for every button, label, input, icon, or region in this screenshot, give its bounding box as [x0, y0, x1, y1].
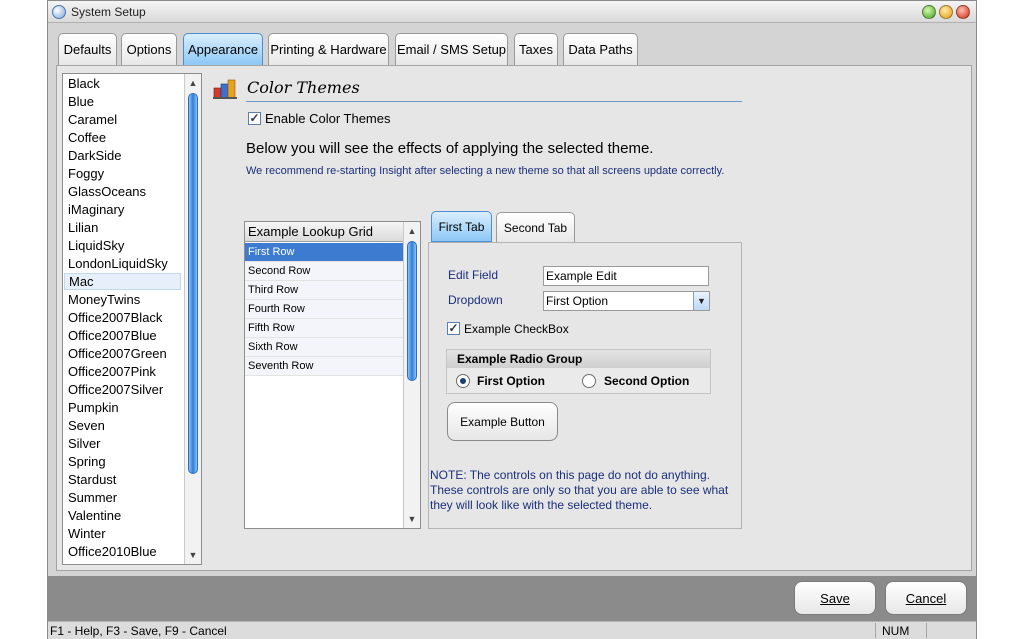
intro-text: Below you will see the effects of applyi… — [246, 140, 654, 157]
theme-item[interactable]: Black — [68, 76, 100, 91]
status-divider — [926, 623, 927, 638]
grid-header[interactable]: Example Lookup Grid — [245, 222, 404, 242]
grid-row[interactable]: Second Row — [245, 262, 404, 281]
example-edit-field[interactable]: Example Edit — [543, 266, 709, 286]
minimize-button[interactable] — [922, 5, 936, 19]
tab-defaults[interactable]: Defaults — [58, 33, 117, 66]
theme-item[interactable]: Office2007Blue — [68, 328, 157, 343]
theme-item[interactable]: Office2007Black — [68, 310, 162, 325]
example-checkbox[interactable]: ✓ — [447, 322, 460, 335]
demo-tab-first[interactable]: First Tab — [431, 211, 492, 242]
example-checkbox-label: Example CheckBox — [464, 322, 569, 336]
theme-item[interactable]: Blue — [68, 94, 94, 109]
tab-appearance[interactable]: Appearance — [183, 33, 263, 66]
theme-item[interactable]: GlassOceans — [68, 184, 146, 199]
theme-item[interactable]: Spring — [68, 454, 106, 469]
theme-item[interactable]: Caramel — [68, 112, 117, 127]
scroll-up-icon[interactable]: ▲ — [185, 75, 201, 91]
scroll-down-icon[interactable]: ▼ — [185, 547, 201, 563]
theme-item[interactable]: iMaginary — [68, 202, 124, 217]
theme-item[interactable]: LiquidSky — [68, 238, 124, 253]
button-bar: Save Cancel — [48, 576, 976, 621]
note-line-3: they will look like with the selected th… — [430, 498, 653, 512]
grid-row[interactable]: Fifth Row — [245, 319, 404, 338]
section-title: Color Themes — [247, 78, 360, 97]
maximize-button[interactable] — [939, 5, 953, 19]
dropdown-value: First Option — [546, 294, 609, 308]
dropdown-label: Dropdown — [448, 293, 503, 307]
enable-color-themes-checkbox[interactable]: ✓ — [248, 112, 261, 125]
grid-scrollbar[interactable]: ▲ ▼ — [403, 222, 420, 528]
demo-tab-second[interactable]: Second Tab — [496, 212, 575, 243]
example-lookup-grid[interactable]: Example Lookup Grid First Row Second Row… — [244, 221, 421, 529]
theme-item-selected[interactable]: Mac — [64, 273, 181, 290]
status-num-indicator: NUM — [882, 624, 910, 638]
status-bar: F1 - Help, F3 - Save, F9 - Cancel NUM — [48, 621, 976, 639]
grid-row[interactable]: Third Row — [245, 281, 404, 300]
enable-color-themes-label: Enable Color Themes — [265, 111, 391, 126]
theme-item[interactable]: Seven — [68, 418, 105, 433]
color-themes-icon — [213, 79, 237, 99]
example-button[interactable]: Example Button — [447, 402, 558, 441]
grid-row-selected[interactable]: First Row — [245, 243, 404, 262]
theme-item[interactable]: Office2010Blue — [68, 544, 157, 559]
scroll-thumb[interactable] — [188, 93, 198, 474]
theme-item[interactable]: Silver — [68, 436, 101, 451]
status-help-text: F1 - Help, F3 - Save, F9 - Cancel — [50, 624, 227, 638]
chevron-down-icon[interactable]: ▼ — [693, 292, 709, 310]
tab-data-paths[interactable]: Data Paths — [563, 33, 638, 66]
edit-field-label: Edit Field — [448, 268, 499, 282]
theme-item[interactable]: Valentine — [68, 508, 121, 523]
title-bar[interactable]: System Setup — [48, 1, 976, 23]
theme-item[interactable]: Coffee — [68, 130, 106, 145]
radio-first-option-label[interactable]: First Option — [477, 374, 545, 388]
section-divider — [246, 101, 742, 102]
theme-item[interactable]: Lilian — [68, 220, 98, 235]
theme-item[interactable]: Office2007Pink — [68, 364, 156, 379]
close-button[interactable] — [956, 5, 970, 19]
cancel-button[interactable]: Cancel — [885, 581, 967, 615]
note-line-2: These controls are only so that you are … — [430, 483, 729, 497]
theme-item[interactable]: MoneyTwins — [68, 292, 140, 307]
theme-item[interactable]: Pumpkin — [68, 400, 119, 415]
status-divider — [875, 623, 876, 638]
theme-item[interactable]: Stardust — [68, 472, 116, 487]
theme-list[interactable]: Black Blue Caramel Coffee DarkSide Foggy… — [62, 73, 202, 565]
radio-first-option[interactable] — [456, 374, 470, 388]
appearance-panel: Black Blue Caramel Coffee DarkSide Foggy… — [56, 65, 972, 571]
app-icon — [52, 5, 66, 19]
tab-printing-hardware[interactable]: Printing & Hardware — [268, 33, 389, 66]
example-dropdown[interactable]: First Option ▼ — [543, 291, 710, 311]
tab-taxes[interactable]: Taxes — [514, 33, 558, 66]
theme-item[interactable]: Office2007Silver — [68, 382, 163, 397]
scroll-up-icon[interactable]: ▲ — [404, 223, 420, 239]
note-line-1: NOTE: The controls on this page do not d… — [430, 468, 710, 482]
theme-list-scrollbar[interactable]: ▲ ▼ — [184, 74, 201, 564]
scroll-down-icon[interactable]: ▼ — [404, 511, 420, 527]
tab-email-sms-setup[interactable]: Email / SMS Setup — [395, 33, 508, 66]
window-title: System Setup — [71, 5, 146, 19]
grid-row[interactable]: Sixth Row — [245, 338, 404, 357]
theme-item[interactable]: Foggy — [68, 166, 104, 181]
recommendation-text: We recommend re-starting Insight after s… — [246, 165, 725, 177]
save-button[interactable]: Save — [794, 581, 876, 615]
radio-second-option[interactable] — [582, 374, 596, 388]
theme-item[interactable]: DarkSide — [68, 148, 121, 163]
grid-row[interactable]: Fourth Row — [245, 300, 404, 319]
grid-row[interactable]: Seventh Row — [245, 357, 404, 376]
example-radio-group: Example Radio Group First Option Second … — [446, 349, 711, 394]
theme-item[interactable]: Office2007Green — [68, 346, 167, 361]
theme-item[interactable]: Winter — [68, 526, 106, 541]
radio-second-option-label[interactable]: Second Option — [604, 374, 689, 388]
theme-item[interactable]: Summer — [68, 490, 117, 505]
theme-item[interactable]: LondonLiquidSky — [68, 256, 168, 271]
scroll-thumb[interactable] — [407, 241, 417, 381]
system-setup-window: System Setup Defaults Options Appearance… — [47, 0, 977, 639]
tab-options[interactable]: Options — [121, 33, 177, 66]
radio-group-title: Example Radio Group — [447, 350, 710, 368]
